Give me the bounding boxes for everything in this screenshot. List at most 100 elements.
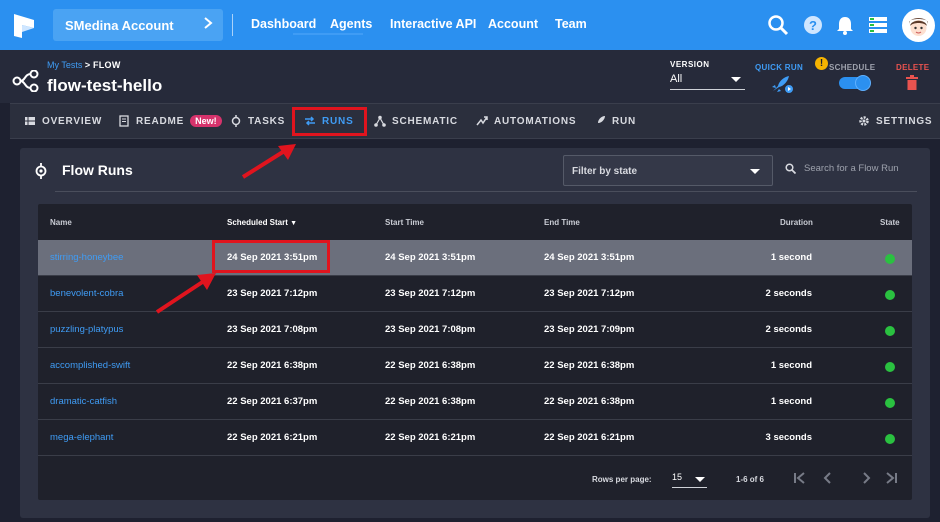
start-time-cell: 22 Sep 2021 6:21pm [385,432,476,443]
tab-label: TASKS [248,115,286,127]
tab-label: README [136,115,185,127]
first-page-icon[interactable] [793,471,807,485]
breadcrumb: My Tests > FLOW [47,60,121,70]
run-name-link[interactable]: stirring-honeybee [50,252,123,263]
search-icon[interactable] [767,14,789,36]
run-name-link[interactable]: accomplished-swift [50,360,130,371]
end-time-cell: 22 Sep 2021 6:38pm [544,396,635,407]
previous-page-icon[interactable] [821,471,835,485]
state-success-indicator [885,362,895,372]
version-value: All [670,73,683,85]
end-time-cell: 23 Sep 2021 7:09pm [544,324,635,335]
schedule-toggle[interactable] [839,75,871,91]
tab-label: RUN [612,115,637,127]
nav-agents[interactable]: Agents [330,17,372,31]
nav-interactive-api[interactable]: Interactive API [390,17,476,31]
warning-icon[interactable]: ! [815,57,828,70]
tab-bar: OVERVIEW README New! TASKS RUNS SCHEMATI… [10,103,940,139]
tab-overview[interactable]: OVERVIEW [24,115,102,127]
last-page-icon[interactable] [884,471,898,485]
column-header-name[interactable]: Name [50,218,72,227]
tab-readme[interactable]: README New! [118,115,222,127]
filter-placeholder: Filter by state [572,166,638,177]
duration-cell: 3 seconds [765,432,812,443]
delete-label: DELETE [896,63,930,72]
caret-down-icon [731,77,741,82]
new-badge: New! [190,115,222,127]
nav-team[interactable]: Team [555,17,587,31]
tab-run[interactable]: RUN [594,115,636,127]
help-icon[interactable]: ? [802,14,824,36]
account-switcher[interactable]: SMedina Account [53,9,223,41]
breadcrumb-link[interactable]: My Tests [47,60,82,70]
scheduled-start-cell: 22 Sep 2021 6:21pm [227,432,318,443]
column-header-end-time[interactable]: End Time [544,218,580,227]
server-icon[interactable] [867,14,889,36]
schedule-label: SCHEDULE [829,63,876,72]
state-filter-select[interactable]: Filter by state [563,155,773,186]
run-name-link[interactable]: mega-elephant [50,432,113,443]
bell-icon[interactable] [834,14,856,36]
gear-icon [859,116,869,126]
caret-down-icon [695,477,705,482]
trash-icon[interactable] [906,75,918,90]
column-header-start-time[interactable]: Start Time [385,218,424,227]
end-time-cell: 23 Sep 2021 7:12pm [544,288,635,299]
column-header-state[interactable]: State [880,218,900,227]
grid-icon [25,117,35,125]
column-header-label: Scheduled Start [227,218,288,227]
column-header-scheduled-start[interactable]: Scheduled Start ▼ [227,218,297,227]
divider [232,14,233,36]
tab-settings[interactable]: SETTINGS [858,115,932,127]
task-icon [231,115,241,127]
quick-run-rocket-icon[interactable] [769,75,795,95]
breadcrumb-separator: > [84,60,91,70]
duration-cell: 1 second [770,252,812,263]
tab-label: SCHEMATIC [392,115,458,127]
automation-icon [476,116,488,126]
search-placeholder: Search for a Flow Run [804,163,899,174]
scheduled-start-cell: 22 Sep 2021 6:37pm [227,396,318,407]
version-select[interactable]: All [670,73,745,90]
start-time-cell: 22 Sep 2021 6:38pm [385,360,476,371]
rows-per-page-select[interactable]: 15 [672,472,707,488]
table-row[interactable]: accomplished-swift 22 Sep 2021 6:38pm 22 S… [38,348,912,384]
table-row[interactable]: mega-elephant 22 Sep 2021 6:21pm 22 Sep 20… [38,420,912,456]
table-row[interactable]: dramatic-catfish 22 Sep 2021 6:37pm 22 Sep… [38,384,912,420]
nav-dashboard[interactable]: Dashboard [251,17,316,31]
run-name-link[interactable]: puzzling-platypus [50,324,123,335]
highlight-box-scheduled-start [212,240,330,273]
flow-run-search[interactable]: Search for a Flow Run [785,163,899,174]
next-page-icon[interactable] [859,471,873,485]
column-header-duration[interactable]: Duration [780,218,813,227]
caret-down-icon [750,169,760,174]
scheduled-start-cell: 22 Sep 2021 6:38pm [227,360,318,371]
avatar[interactable] [902,9,935,42]
document-icon [119,115,129,127]
search-icon [785,163,796,174]
annotation-arrow [155,273,216,314]
run-name-link[interactable]: dramatic-catfish [50,396,117,407]
version-label: VERSION [670,60,710,69]
state-success-indicator [885,326,895,336]
page-title: flow-test-hello [47,76,163,95]
duration-cell: 2 seconds [765,288,812,299]
state-success-indicator [885,290,895,300]
tab-tasks[interactable]: TASKS [230,115,285,127]
panel-title: Flow Runs [62,162,133,178]
duration-cell: 1 second [770,396,812,407]
nav-account[interactable]: Account [488,17,538,31]
highlight-box-runs-tab [292,107,367,136]
pagination-range: 1-6 of 6 [736,475,765,484]
tab-automations[interactable]: AUTOMATIONS [476,115,576,127]
start-time-cell: 24 Sep 2021 3:51pm [385,252,476,263]
schematic-icon [374,115,386,127]
state-success-indicator [885,398,895,408]
sort-desc-icon: ▼ [290,220,298,227]
table-row[interactable]: puzzling-platypus 23 Sep 2021 7:08pm 23 Se… [38,312,912,348]
tab-schematic[interactable]: SCHEMATIC [374,115,458,127]
end-time-cell: 22 Sep 2021 6:38pm [544,360,635,371]
state-success-indicator [885,254,895,264]
prefect-logo[interactable] [10,12,38,40]
run-name-link[interactable]: benevolent-cobra [50,288,123,299]
